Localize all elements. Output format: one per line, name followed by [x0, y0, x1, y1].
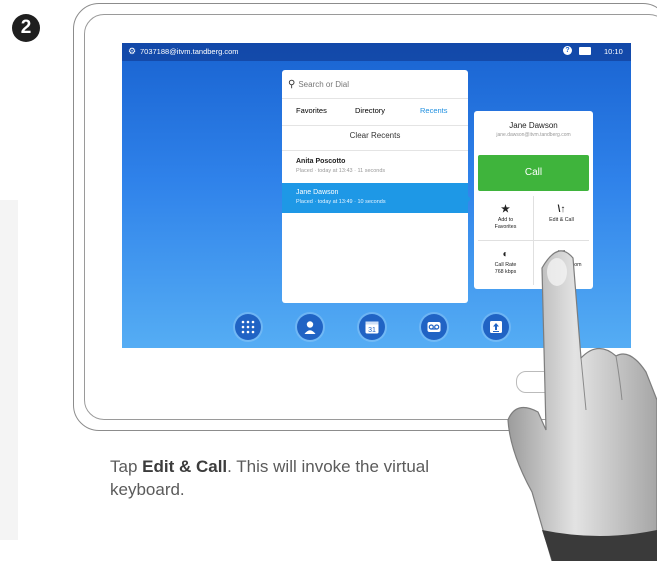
recent-item-detail: Placed · today at 13:43 · 11 seconds — [296, 168, 386, 174]
selfview-icon[interactable] — [579, 47, 591, 55]
voicemail-button[interactable] — [421, 314, 447, 340]
divider — [282, 150, 468, 151]
action-label: Edit & Call — [549, 217, 574, 223]
contact-email: jane.dawson@itvm.tandberg.com — [496, 132, 571, 138]
instruction-caption: Tap Edit & Call. This will invoke the vi… — [110, 457, 430, 499]
caption-emphasis: Edit & Call — [142, 457, 228, 476]
recent-item-name: Jane Dawson — [296, 189, 339, 196]
selection-pointer — [465, 193, 471, 205]
directory-tabs: Favorites Directory Recents — [282, 106, 468, 120]
clock: 10:10 — [604, 47, 623, 56]
contact-name: Jane Dawson — [509, 121, 558, 130]
keypad-icon — [241, 320, 255, 334]
system-address: 7037188@itvm.tandberg.com — [140, 47, 239, 56]
star-icon: ★ — [501, 204, 510, 215]
left-margin-bar — [0, 200, 18, 540]
recent-item-jane-dawson[interactable]: Jane Dawson Placed · today at 13:49 · 10… — [282, 183, 468, 213]
divider — [282, 125, 468, 126]
tab-directory[interactable]: Directory — [355, 106, 385, 115]
calendar-button[interactable]: 31 — [359, 314, 385, 340]
tab-recents[interactable]: Recents — [420, 106, 448, 115]
recent-item-detail: Placed · today at 13:49 · 10 seconds — [296, 199, 386, 205]
svg-text:31: 31 — [368, 327, 376, 334]
recent-item-anita-poscotto[interactable]: Anita Poscotto Placed · today at 13:43 ·… — [282, 152, 468, 182]
search-placeholder: Search or Dial — [298, 80, 350, 89]
search-panel: ⚲ Search or Dial Favorites Directory Rece… — [282, 70, 468, 303]
divider — [282, 98, 468, 99]
status-bar: ⚙ 7037188@itvm.tandberg.com ? 10:10 — [122, 43, 631, 61]
question-circle-icon[interactable]: ? — [563, 46, 572, 55]
action-label: Add to Favorites — [494, 217, 517, 230]
edit-call-icon: \↑ — [557, 204, 566, 215]
keypad-button[interactable] — [235, 314, 261, 340]
search-icon: ⚲ — [288, 79, 296, 90]
contacts-button[interactable] — [297, 314, 323, 340]
voicemail-icon — [427, 322, 441, 332]
tab-favorites[interactable]: Favorites — [296, 106, 327, 115]
pointing-hand-icon — [507, 250, 657, 561]
step-number-badge: 2 — [12, 14, 40, 42]
search-input[interactable]: ⚲ Search or Dial — [288, 79, 460, 91]
clear-recents-button[interactable]: Clear Recents — [282, 131, 468, 140]
contacts-icon — [304, 321, 316, 334]
calendar-icon: 31 — [365, 321, 379, 334]
recent-item-name: Anita Poscotto — [296, 158, 346, 165]
call-button[interactable]: Call — [478, 155, 589, 191]
settings-gear-icon[interactable]: ⚙ — [128, 46, 136, 56]
